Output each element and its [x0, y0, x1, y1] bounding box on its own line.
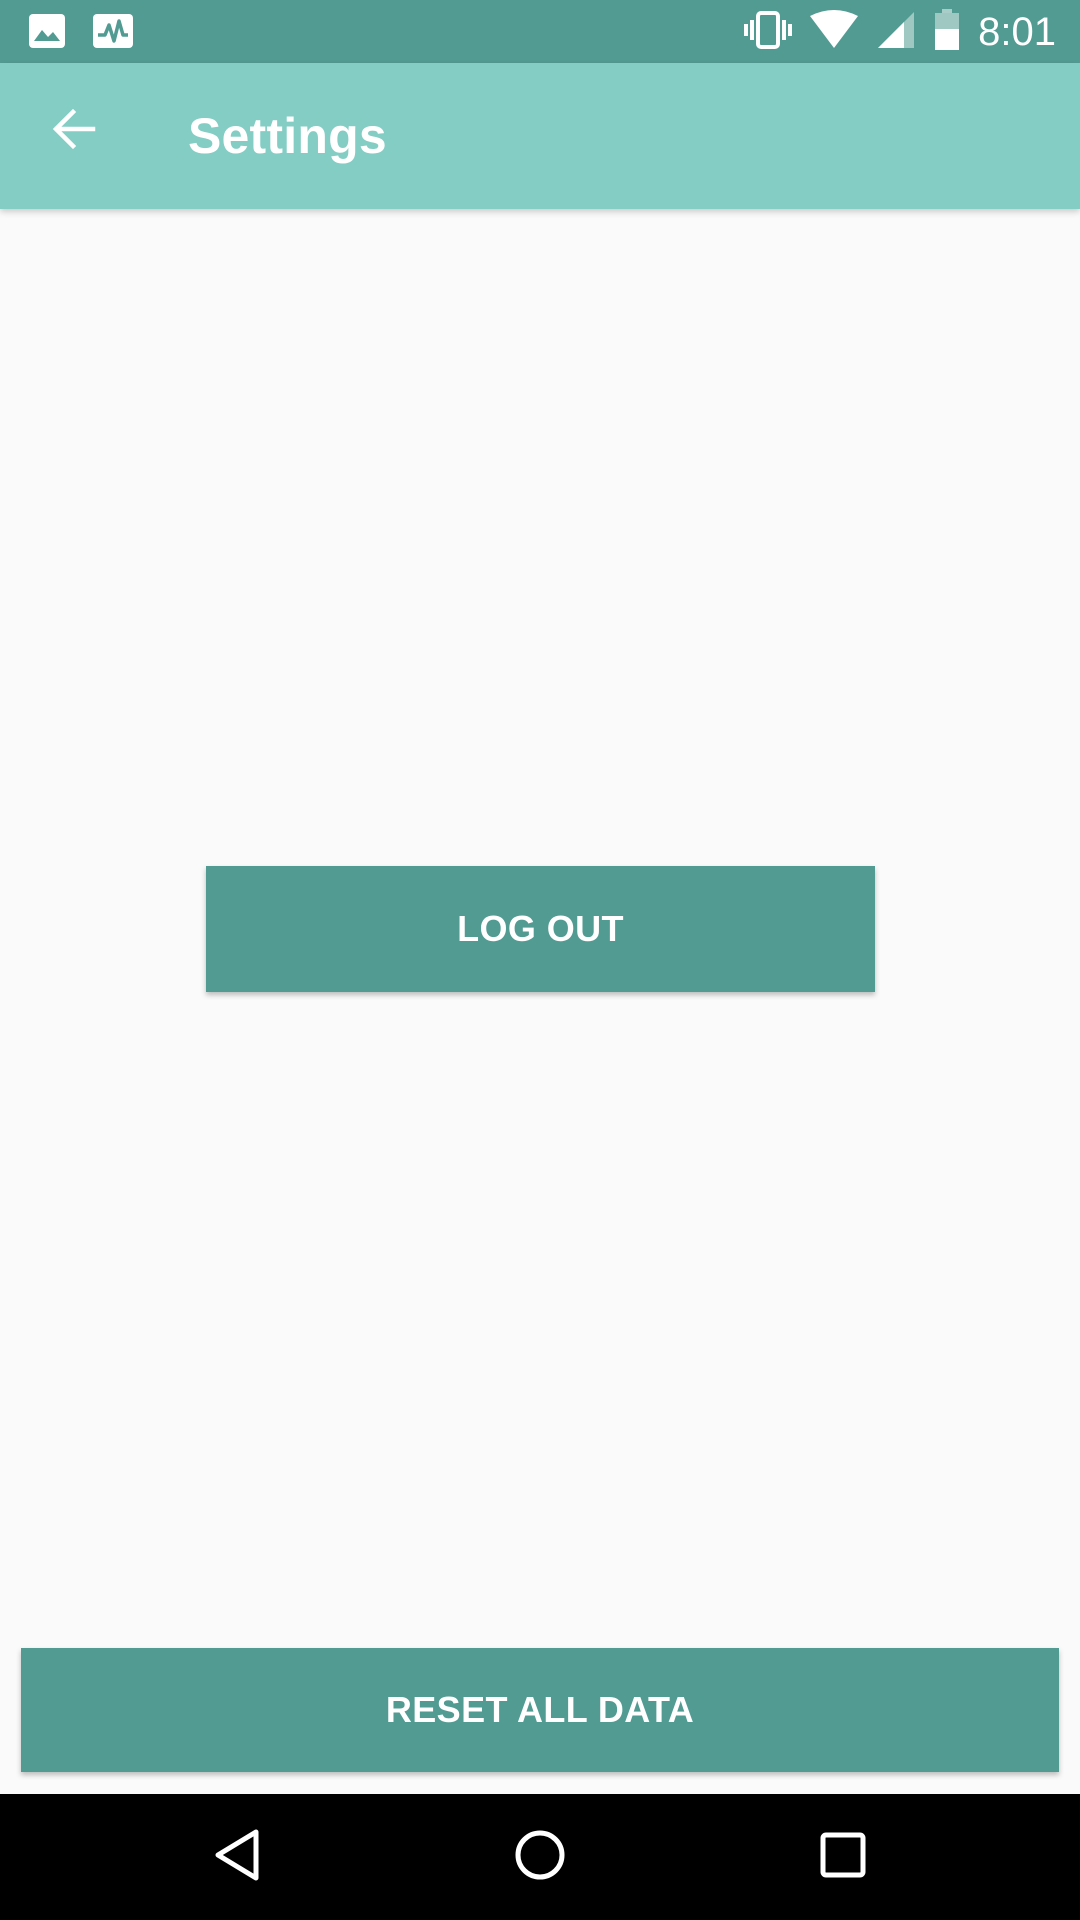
back-button[interactable] — [40, 97, 108, 165]
nav-back-icon — [212, 1828, 262, 1887]
reset-all-data-button[interactable]: RESET ALL DATA — [21, 1648, 1059, 1772]
status-time: 8:01 — [978, 10, 1056, 54]
vibrate-icon — [744, 10, 793, 55]
battery-icon — [934, 8, 960, 56]
app-bar: Settings — [0, 63, 1080, 209]
nav-home-icon — [513, 1828, 567, 1887]
nav-recents-icon — [818, 1830, 868, 1885]
system-status: 8:01 — [744, 8, 1056, 56]
nav-home-button[interactable] — [505, 1822, 575, 1892]
nav-recents-button[interactable] — [808, 1822, 878, 1892]
status-bar: 8:01 — [0, 0, 1080, 63]
cell-signal-icon — [876, 10, 916, 55]
image-notification-icon — [28, 13, 66, 54]
navigation-bar — [0, 1794, 1080, 1920]
notification-icons — [28, 13, 134, 54]
activity-notification-icon — [92, 13, 134, 54]
arrow-back-icon — [51, 106, 97, 157]
nav-back-button[interactable] — [202, 1822, 272, 1892]
logout-button[interactable]: LOG OUT — [206, 866, 875, 992]
page-title: Settings — [188, 108, 387, 164]
wifi-icon — [810, 9, 859, 55]
